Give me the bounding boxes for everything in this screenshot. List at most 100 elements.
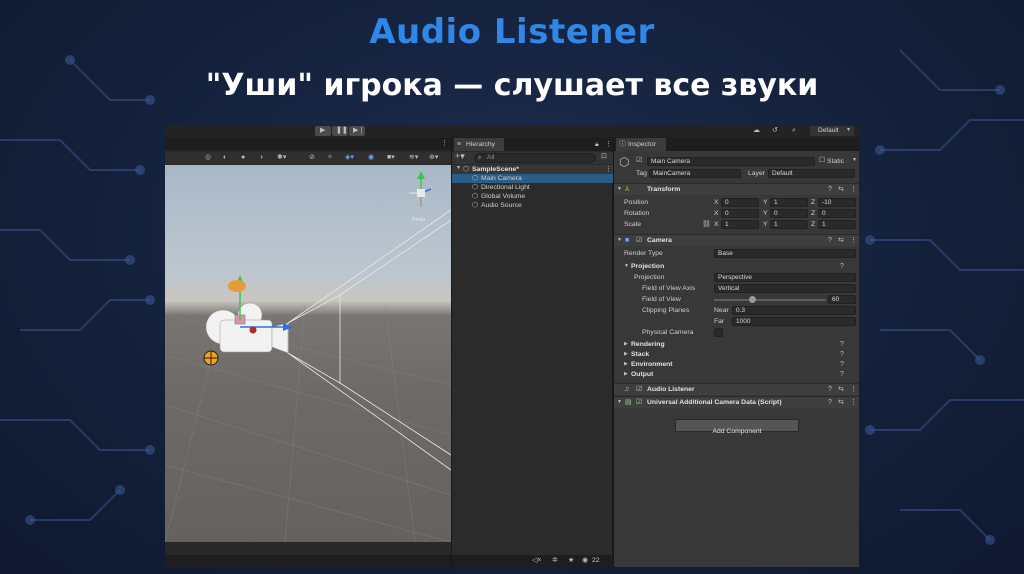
section-output[interactable]: ▶ Output ?: [614, 370, 859, 379]
stats-count: 22: [592, 557, 600, 564]
enabled-checkbox[interactable]: ☑: [636, 385, 642, 394]
object-name-field[interactable]: Main Camera: [647, 157, 815, 166]
tab-hierarchy[interactable]: Hierarchy ≡: [454, 138, 504, 151]
audio-toggle-icon[interactable]: ⊘: [309, 153, 315, 162]
add-object-icon[interactable]: +▾: [455, 152, 465, 161]
shading-mixed-icon[interactable]: ◐: [223, 153, 227, 162]
pause-button[interactable]: ❚❚: [332, 126, 348, 136]
link-icon[interactable]: ⛓: [702, 220, 711, 229]
more-options-icon[interactable]: ⋮: [850, 236, 857, 245]
preset-icon[interactable]: ⇆: [838, 236, 844, 245]
fov-value-field[interactable]: 60: [828, 295, 856, 304]
more-options-icon[interactable]: ⋮: [850, 398, 857, 407]
add-component-button[interactable]: Add Component: [675, 419, 799, 435]
scene-view[interactable]: ⋮ ◎ ◐ ● ◑ ✱▾ ⊘ ✧ ◈▾ ◉ ■▾ ≋▾ ⊕▾ Persp: [165, 137, 452, 567]
help-icon[interactable]: ?: [840, 262, 844, 271]
hierarchy-scene-row[interactable]: ▼ ⬡ SampleScene* ⋮: [452, 165, 613, 174]
play-button[interactable]: ▶: [315, 126, 331, 136]
position-z[interactable]: -10: [818, 198, 856, 207]
hierarchy-tab-strip: Hierarchy ≡ 🔒︎ ⋮: [452, 137, 613, 151]
audio-listener-header[interactable]: ♫ ☑ Audio Listener ? ⇆ ⋮: [614, 383, 859, 395]
help-icon[interactable]: ?: [828, 236, 832, 245]
camera-settings-icon[interactable]: ■▾: [387, 153, 395, 162]
fov-axis-dropdown[interactable]: Vertical: [714, 284, 856, 293]
urp-camera-data-header[interactable]: ▼ ▤ ☑ Universal Additional Camera Data (…: [614, 396, 859, 408]
gizmos-icon[interactable]: ⊕▾: [429, 153, 438, 162]
axis-x: X: [714, 221, 719, 228]
rotation-y[interactable]: 0: [770, 209, 808, 218]
layers-icon[interactable]: ≋▾: [409, 153, 418, 162]
more-options-icon[interactable]: ⋮: [850, 385, 857, 394]
shading-lit-icon[interactable]: ◑: [259, 153, 263, 162]
help-icon[interactable]: ?: [828, 185, 832, 194]
section-stack[interactable]: ▶ Stack ?: [614, 350, 859, 359]
render-type-dropdown[interactable]: Base: [714, 249, 856, 258]
list-item[interactable]: ⬡ Audio Source: [452, 201, 613, 210]
eye-icon[interactable]: ◉: [582, 556, 588, 565]
help-icon[interactable]: ?: [828, 398, 832, 407]
scale-x[interactable]: 1: [721, 220, 759, 229]
list-item[interactable]: ⬡ Directional Light: [452, 183, 613, 192]
expand-icon[interactable]: ▼: [624, 262, 629, 271]
position-x[interactable]: 0: [721, 198, 759, 207]
more-options-icon[interactable]: ⋮: [605, 140, 612, 149]
slider-knob[interactable]: [749, 296, 756, 303]
layer-dropdown[interactable]: Default: [768, 169, 855, 178]
hierarchy-search-input[interactable]: ⌕ All: [474, 153, 596, 163]
transform-header[interactable]: ▼ ⅄ Transform ? ⇆ ⋮: [614, 183, 859, 195]
preset-icon[interactable]: ⇆: [838, 185, 844, 194]
preset-icon[interactable]: ⇆: [838, 398, 844, 407]
list-item[interactable]: ⬡ Main Camera: [452, 174, 613, 183]
draw-mode-icon[interactable]: ✱▾: [277, 153, 286, 162]
scene-camera-icon[interactable]: ◈▾: [345, 153, 354, 162]
shading-solid-icon[interactable]: ●: [241, 153, 245, 162]
active-checkbox[interactable]: ☑: [636, 156, 642, 165]
physical-camera-checkbox[interactable]: [714, 328, 723, 337]
expand-icon[interactable]: ▼: [456, 164, 461, 173]
enabled-checkbox[interactable]: ☑: [636, 398, 642, 407]
more-options-icon[interactable]: ⋮: [605, 165, 612, 174]
layout-dropdown[interactable]: Default ▼: [810, 126, 854, 136]
help-icon[interactable]: ?: [840, 340, 844, 349]
object-name: Main Camera: [651, 158, 691, 165]
lock-icon[interactable]: 🔒︎: [595, 140, 599, 149]
rotation-x[interactable]: 0: [721, 209, 759, 218]
static-dropdown-icon[interactable]: ▼: [852, 156, 857, 165]
shading-wire-icon[interactable]: ◎: [205, 153, 211, 162]
tag-value: MainCamera: [653, 170, 691, 177]
help-icon[interactable]: ?: [840, 370, 844, 379]
camera-header[interactable]: ▼ ■ ☑ Camera ? ⇆ ⋮: [614, 234, 859, 246]
filter-icon[interactable]: ⊡: [601, 152, 607, 161]
audio-mute-icon[interactable]: ◁×: [532, 556, 541, 565]
preset-icon[interactable]: ⇆: [838, 385, 844, 394]
scale-y[interactable]: 1: [770, 220, 808, 229]
projection-dropdown[interactable]: Perspective: [714, 273, 856, 282]
cloud-icon[interactable]: ☁: [753, 126, 760, 135]
rotation-z[interactable]: 0: [818, 209, 856, 218]
history-icon[interactable]: ↺: [772, 126, 778, 135]
more-options-icon[interactable]: ⋮: [850, 185, 857, 194]
position-y[interactable]: 1: [770, 198, 808, 207]
scale-z[interactable]: 1: [818, 220, 856, 229]
step-button[interactable]: ▶❘: [349, 126, 365, 136]
scene-viewport[interactable]: Persp: [165, 165, 452, 543]
fx-icon[interactable]: ✧: [327, 153, 333, 162]
star-icon[interactable]: ★: [568, 556, 574, 565]
visibility-icon[interactable]: ◉: [368, 153, 374, 162]
help-icon[interactable]: ?: [840, 360, 844, 369]
near-field[interactable]: 0.3: [732, 306, 856, 315]
static-checkbox[interactable]: ☐: [819, 156, 825, 165]
bug-icon[interactable]: ✲: [552, 556, 558, 565]
section-environment[interactable]: ▶ Environment ?: [614, 360, 859, 369]
tag-dropdown[interactable]: MainCamera: [649, 169, 741, 178]
enabled-checkbox[interactable]: ☑: [636, 236, 642, 245]
far-field[interactable]: 1000: [732, 317, 856, 326]
search-icon[interactable]: ⌕: [792, 126, 796, 135]
more-options-icon[interactable]: ⋮: [441, 139, 448, 148]
section-rendering[interactable]: ▶ Rendering ?: [614, 340, 859, 349]
help-icon[interactable]: ?: [828, 385, 832, 394]
list-item[interactable]: ⬡ Global Volume: [452, 192, 613, 201]
tab-inspector[interactable]: ⓘ Inspector: [616, 138, 666, 151]
fov-slider[interactable]: [714, 295, 826, 304]
help-icon[interactable]: ?: [840, 350, 844, 359]
